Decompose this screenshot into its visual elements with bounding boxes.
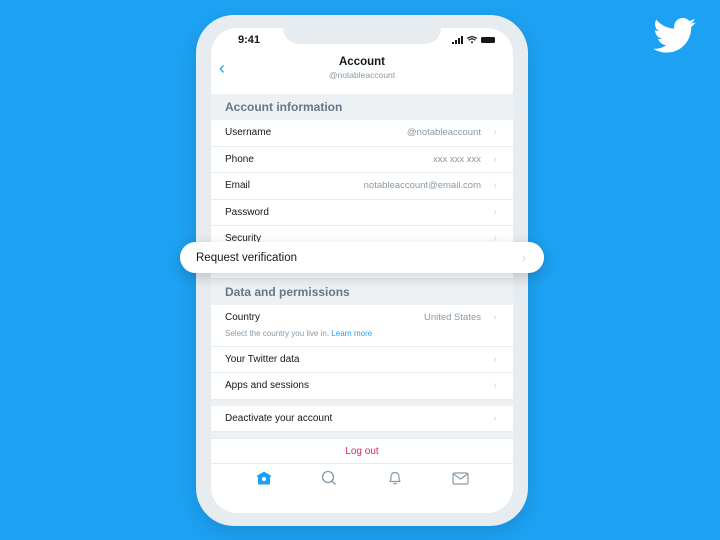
wifi-icon — [467, 36, 477, 44]
settings-row-phone[interactable]: Phone xxx xxx xxx › — [211, 146, 513, 173]
status-time: 9:41 — [238, 34, 261, 46]
page-title: Account — [339, 56, 385, 68]
chevron-right-icon: › — [493, 153, 497, 165]
signal-icon — [452, 36, 463, 44]
row-label: Request verification — [196, 251, 297, 264]
twitter-bird-icon — [653, 18, 696, 53]
tab-bar — [211, 462, 513, 494]
tab-messages[interactable] — [448, 466, 472, 490]
search-icon — [322, 470, 337, 485]
page-subtitle: @notableaccount — [328, 70, 396, 80]
mail-icon — [452, 471, 469, 485]
request-verification-button[interactable]: Request verification › — [180, 242, 544, 273]
country-help-text: Select the country you live in. Learn mo… — [225, 329, 372, 338]
row-value: xxx xxx xxx — [432, 153, 481, 165]
chevron-right-icon: › — [493, 311, 497, 323]
settings-list: Account information Username @notableacc… — [211, 94, 513, 464]
status-icons — [452, 36, 495, 44]
row-label: Your Twitter data — [225, 353, 300, 365]
section-header-account-information: Account information — [211, 94, 513, 120]
chevron-right-icon: › — [493, 412, 497, 424]
settings-row-deactivate[interactable]: Deactivate your account › — [211, 405, 513, 432]
row-label: Deactivate your account — [225, 412, 333, 424]
chevron-right-icon: › — [493, 380, 497, 392]
settings-row-username[interactable]: Username @notableaccount › — [211, 120, 513, 147]
tab-notifications[interactable] — [383, 466, 407, 490]
row-value: notableaccount@email.com — [363, 180, 481, 192]
row-label: Password — [225, 206, 269, 218]
row-value: @notableaccount — [406, 127, 481, 139]
logout-row: Log out — [211, 438, 513, 464]
help-text: Select the country you live in. — [225, 328, 330, 338]
nav-header: ‹ Account @notableaccount — [211, 54, 513, 94]
row-label: Apps and sessions — [225, 380, 309, 392]
bell-icon — [389, 471, 401, 485]
chevron-right-icon: › — [493, 353, 497, 365]
row-label: Phone — [225, 153, 254, 165]
chevron-right-icon: › — [493, 206, 497, 218]
settings-row-country[interactable]: Country United States › Select the count… — [211, 304, 513, 347]
home-icon — [256, 471, 272, 485]
settings-row-twitter-data[interactable]: Your Twitter data › — [211, 346, 513, 373]
section-header-data-permissions: Data and permissions — [211, 278, 513, 305]
row-label: Username — [225, 127, 272, 139]
chevron-right-icon: › — [493, 127, 497, 139]
settings-row-password[interactable]: Password › — [211, 199, 513, 226]
row-value: United States — [423, 311, 481, 323]
settings-row-email[interactable]: Email notableaccount@email.com › — [211, 173, 513, 200]
learn-more-link[interactable]: Learn more — [331, 329, 372, 338]
logout-button[interactable]: Log out — [345, 446, 378, 457]
battery-icon — [481, 37, 495, 43]
row-label: Email — [225, 180, 251, 192]
status-bar: 9:41 — [211, 28, 513, 54]
tab-home[interactable] — [252, 466, 276, 490]
chevron-right-icon: › — [493, 180, 497, 192]
row-label: Country — [225, 311, 261, 323]
tab-search[interactable] — [317, 466, 341, 490]
settings-row-apps-sessions[interactable]: Apps and sessions › — [211, 373, 513, 400]
chevron-right-icon: › — [522, 250, 526, 265]
